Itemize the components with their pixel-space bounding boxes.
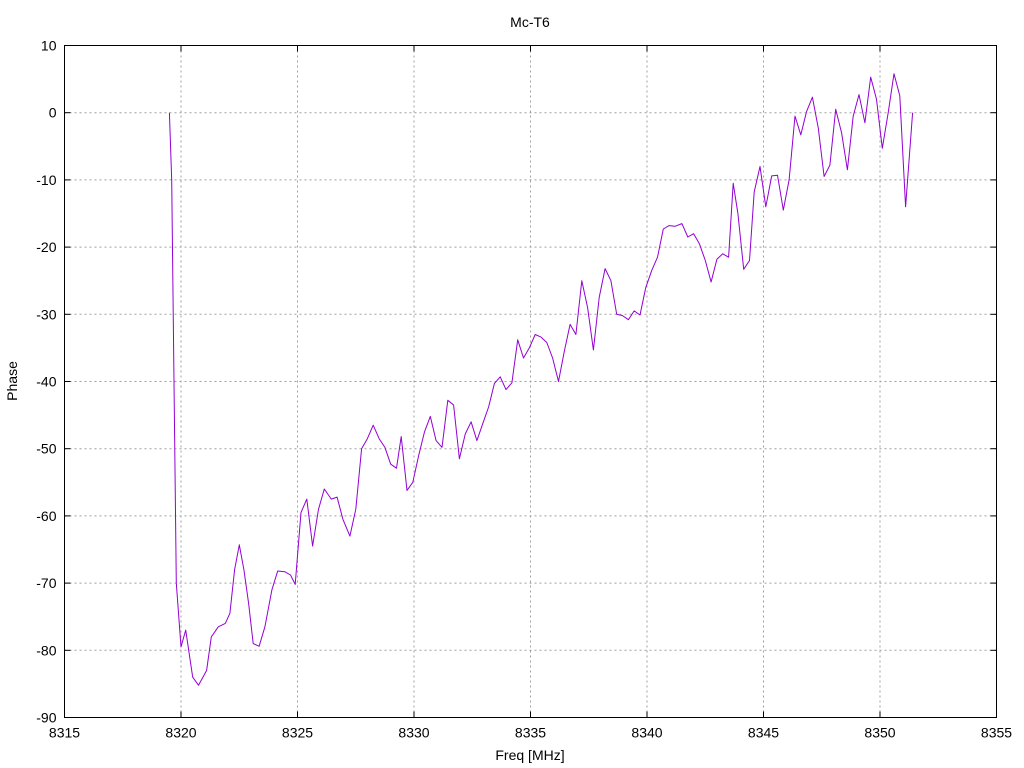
y-tick-label: -40 <box>36 374 56 390</box>
x-tick-label: 8335 <box>515 725 546 741</box>
y-tick-label: 0 <box>49 105 57 121</box>
series-layer <box>168 73 914 686</box>
x-axis-label: Freq [MHz] <box>495 747 564 763</box>
x-tick-label: 8325 <box>282 725 313 741</box>
y-tick-label: -60 <box>36 508 56 524</box>
x-tick-label: 8315 <box>49 725 80 741</box>
y-tick-label: -80 <box>36 642 56 658</box>
y-tick-label: -90 <box>36 710 56 726</box>
x-tick-label: 8330 <box>398 725 429 741</box>
axis-ticks: 8315 8320 8325 8330 8335 8340 8345 8350 8355 -90 -… <box>36 38 1012 741</box>
y-tick-label: -10 <box>36 172 56 188</box>
x-tick-label: 8355 <box>981 725 1012 741</box>
phase-series-line <box>168 73 914 686</box>
y-axis-label: Phase <box>4 361 20 401</box>
y-tick-label: -20 <box>36 239 56 255</box>
x-tick-label: 8350 <box>864 725 895 741</box>
y-tick-label: -70 <box>36 575 56 591</box>
x-tick-label: 8320 <box>165 725 196 741</box>
grid-lines <box>64 45 997 718</box>
y-tick-label: 10 <box>41 38 57 54</box>
chart-title: Mc-T6 <box>510 14 550 30</box>
x-tick-label: 8345 <box>748 725 779 741</box>
phase-chart: Mc-T6 8315 8320 8325 8330 8335 8340 8345 8350 83… <box>4 14 1012 763</box>
x-tick-label: 8340 <box>631 725 662 741</box>
y-tick-label: -50 <box>36 441 56 457</box>
y-tick-label: -30 <box>36 306 56 322</box>
